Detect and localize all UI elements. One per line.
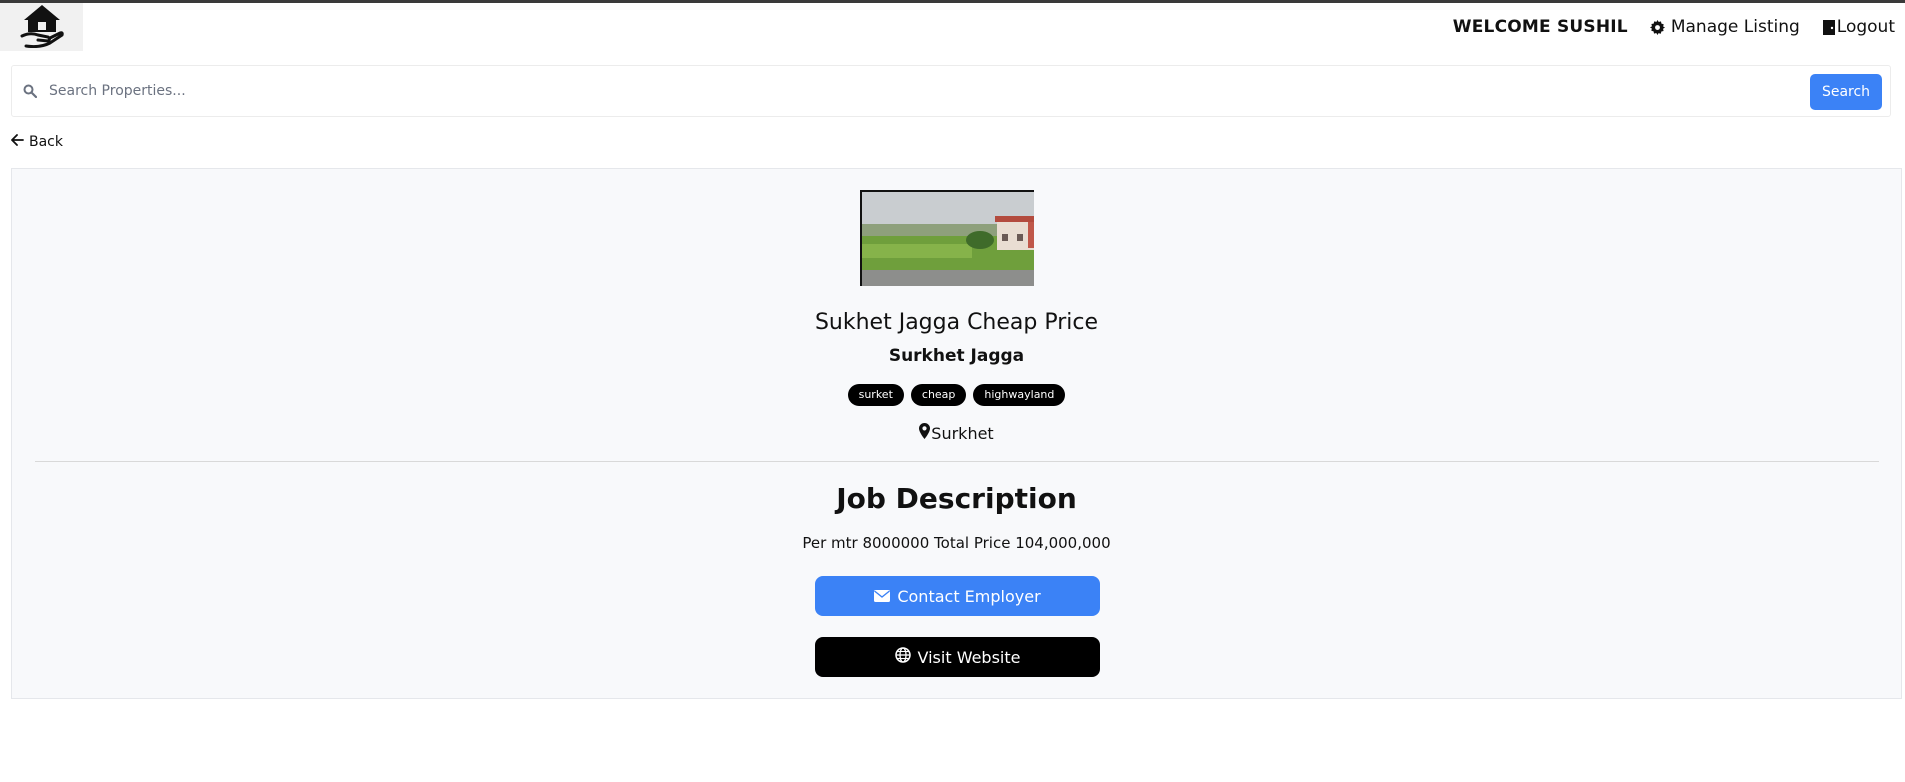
divider [35, 461, 1879, 462]
location: Surkhet [12, 423, 1901, 443]
manage-listing-label: Manage Listing [1670, 17, 1800, 37]
search-button[interactable]: Search [1810, 74, 1882, 110]
tag-badge: highwayland [973, 384, 1066, 406]
section-title: Job Description [836, 482, 1077, 515]
house-in-hand-icon [20, 2, 64, 52]
listing-image [860, 190, 1034, 286]
top-border [0, 0, 1905, 3]
logout-link[interactable]: Logout [1822, 17, 1895, 37]
gear-icon [1649, 19, 1665, 35]
visit-website-button[interactable]: Visit Website [815, 637, 1100, 677]
contact-employer-label: Contact Employer [897, 586, 1041, 606]
search-icon [23, 84, 37, 98]
back-label: Back [29, 134, 63, 150]
listing-description: Per mtr 8000000 Total Price 104,000,000 [802, 534, 1111, 552]
site-logo[interactable] [0, 3, 83, 51]
globe-icon [894, 647, 911, 667]
map-pin-icon [919, 423, 931, 443]
location-label: Surkhet [931, 423, 994, 443]
tag-list: surket cheap highwayland [12, 384, 1901, 406]
logout-label: Logout [1836, 17, 1895, 37]
manage-listing-link[interactable]: Manage Listing [1649, 17, 1800, 37]
welcome-text: WELCOME SUSHIL [1452, 17, 1628, 37]
arrow-left-icon [11, 134, 24, 150]
back-link[interactable]: Back [11, 134, 63, 150]
listing-card: Sukhet Jagga Cheap Price Surkhet Jagga s… [11, 168, 1902, 699]
envelope-icon [874, 587, 891, 606]
listing-subtitle: Surkhet Jagga [888, 346, 1025, 366]
visit-website-label: Visit Website [917, 647, 1021, 667]
listing-title: Sukhet Jagga Cheap Price [814, 310, 1099, 335]
search-input[interactable] [47, 75, 1890, 107]
search-bar: Search [11, 65, 1891, 117]
tag-badge: surket [847, 384, 904, 406]
contact-employer-button[interactable]: Contact Employer [815, 576, 1100, 616]
door-icon [1822, 19, 1836, 36]
top-nav: WELCOME SUSHIL Manage Listing Logout [1453, 14, 1895, 40]
tag-badge: cheap [910, 384, 967, 406]
